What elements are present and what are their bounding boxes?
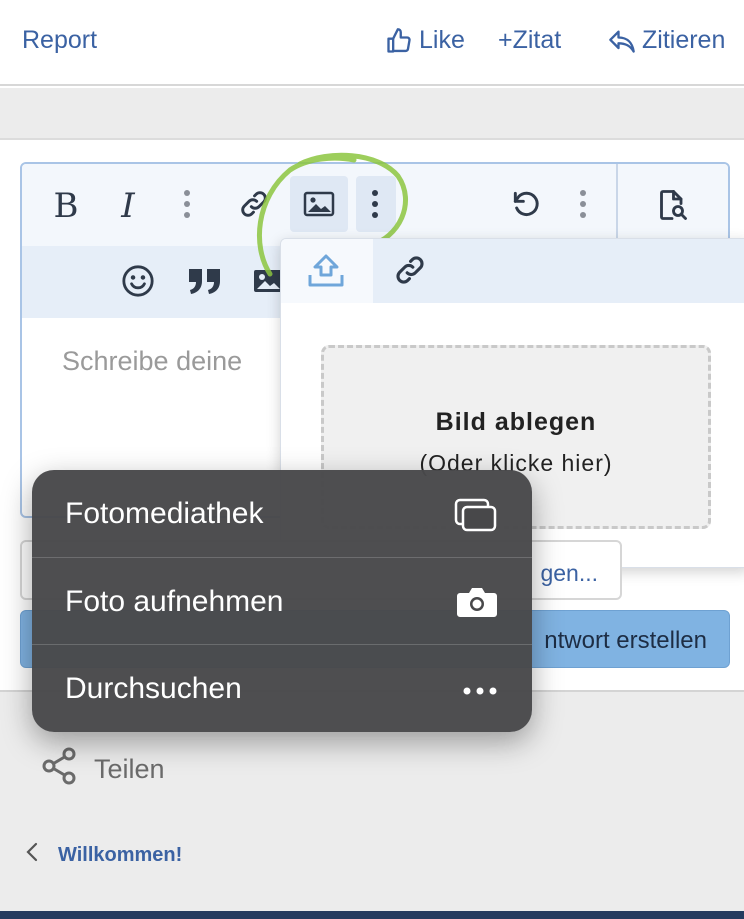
share-label: Teilen <box>94 754 165 784</box>
toolbar-separator <box>616 164 618 246</box>
add-quote-link[interactable]: +Zitat <box>498 26 561 55</box>
divider-band <box>0 88 744 140</box>
thumbs-up-icon <box>385 27 413 55</box>
bottom-nav-bar <box>0 911 744 919</box>
photo-source-menu: Fotomediathek Foto aufnehmen Durchsuchen <box>32 470 532 732</box>
report-link[interactable]: Report <box>22 26 97 55</box>
menu-item-label: Fotomediathek <box>65 497 264 530</box>
smiley-button[interactable] <box>118 264 158 302</box>
post-reply-label: ntwort erstellen <box>544 627 707 654</box>
preview-button[interactable] <box>650 186 694 228</box>
menu-item-photo-library[interactable]: Fotomediathek <box>32 470 532 557</box>
breadcrumb: Willkommen! <box>26 842 182 868</box>
undo-icon <box>510 188 542 225</box>
chevron-left-icon <box>26 842 38 868</box>
dropzone-title: Bild ablegen <box>435 408 597 436</box>
tab-upload[interactable] <box>281 239 373 303</box>
ellipsis-icon <box>462 683 498 701</box>
link-icon <box>393 256 427 291</box>
preview-icon <box>654 187 690 228</box>
add-quote-label: +Zitat <box>498 26 562 54</box>
quote-button[interactable] <box>182 264 228 302</box>
editor-placeholder[interactable]: Schreibe deine <box>62 346 242 377</box>
share-link[interactable]: Teilen <box>40 746 165 793</box>
tab-link[interactable] <box>393 253 433 291</box>
undo-button[interactable] <box>506 186 546 226</box>
menu-item-take-photo[interactable]: Foto aufnehmen <box>32 557 532 644</box>
smiley-icon <box>121 264 155 303</box>
photo-library-icon <box>454 498 498 537</box>
quote-reply-label: Zitieren <box>642 26 726 54</box>
attach-files-label: gen... <box>540 560 598 586</box>
quote-icon <box>186 265 224 302</box>
more-options-button[interactable] <box>568 188 598 224</box>
bold-button[interactable]: B <box>46 186 86 226</box>
like-link[interactable]: Like <box>385 26 465 55</box>
upload-icon <box>307 253 345 294</box>
breadcrumb-item-welcome[interactable]: Willkommen! <box>58 844 182 867</box>
italic-button[interactable]: I <box>108 186 148 226</box>
quote-reply-link[interactable]: Zitieren <box>608 26 725 55</box>
menu-item-label: Foto aufnehmen <box>65 585 284 618</box>
italic-icon: I <box>121 186 135 226</box>
menu-item-browse[interactable]: Durchsuchen <box>32 644 532 731</box>
bold-icon: B <box>53 186 79 226</box>
share-icon <box>40 746 78 793</box>
report-label: Report <box>22 26 98 54</box>
reply-arrow-icon <box>608 28 636 54</box>
menu-item-label: Durchsuchen <box>65 672 242 705</box>
more-text-options-button[interactable] <box>172 188 202 224</box>
popup-tabs <box>281 239 744 303</box>
like-label: Like <box>419 26 465 54</box>
post-actions-bar: Report Like +Zitat Zitieren <box>0 0 744 86</box>
more-vertical-icon <box>579 189 587 224</box>
camera-icon <box>456 586 498 623</box>
more-vertical-icon <box>183 189 191 224</box>
